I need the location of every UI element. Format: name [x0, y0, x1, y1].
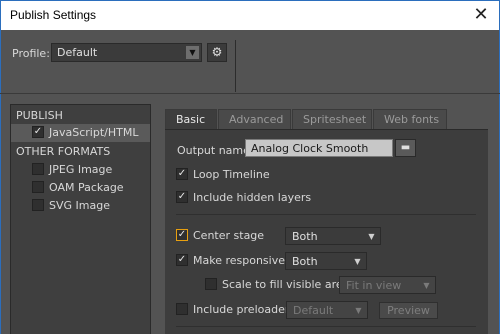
format-checkbox[interactable] — [32, 199, 44, 211]
format-item-javascript-html[interactable]: ✓ JavaScript/HTML — [11, 124, 150, 142]
chevron-down-icon: ▼ — [355, 306, 362, 315]
section-divider — [176, 214, 476, 215]
format-item-label: JPEG Image — [49, 163, 113, 176]
scale-to-fill-label: Scale to fill visible area — [222, 278, 350, 291]
profile-label: Profile: — [12, 47, 50, 60]
format-checkbox[interactable] — [32, 181, 44, 193]
format-item-oam[interactable]: OAM Package — [11, 179, 150, 197]
other-formats-group-label: OTHER FORMATS — [16, 145, 111, 158]
center-stage-value: Both — [292, 230, 318, 243]
include-preloader-checkbox[interactable] — [176, 303, 188, 315]
scale-mode-value: Fit in view — [346, 279, 402, 292]
profile-value: Default — [57, 46, 98, 59]
profile-options-button[interactable]: ⚙ — [207, 43, 227, 62]
output-name-label: Output name: — [177, 144, 254, 157]
tab-spritesheet[interactable]: Spritesheet — [292, 109, 372, 129]
center-stage-checkbox[interactable]: ✓ — [176, 229, 188, 241]
scale-to-fill-checkbox[interactable] — [205, 278, 217, 290]
chevron-down-icon: ▼ — [186, 46, 199, 59]
title-bar: Publish Settings ✕ — [0, 0, 500, 30]
preloader-select[interactable]: Default ▼ — [286, 301, 368, 319]
loop-timeline-label: Loop Timeline — [193, 168, 270, 181]
make-responsive-select[interactable]: Both ▼ — [285, 252, 367, 270]
center-stage-select[interactable]: Both ▼ — [285, 227, 381, 245]
header-divider — [0, 93, 500, 94]
profile-select[interactable]: Default ▼ — [51, 43, 202, 62]
section-divider — [176, 326, 476, 327]
chevron-down-icon: ▼ — [368, 232, 375, 241]
center-stage-label: Center stage — [193, 229, 265, 242]
folder-icon: ▬ — [400, 142, 411, 153]
format-item-label: JavaScript/HTML — [49, 126, 139, 139]
window-title: Publish Settings — [10, 8, 97, 22]
close-icon[interactable]: ✕ — [471, 5, 491, 25]
make-responsive-value: Both — [292, 255, 318, 268]
profile-divider — [235, 40, 236, 92]
publish-group-label: PUBLISH — [16, 109, 63, 122]
make-responsive-label: Make responsive — [193, 254, 286, 267]
gear-icon: ⚙ — [211, 45, 223, 59]
chevron-down-icon: ▼ — [423, 281, 430, 290]
format-list: PUBLISH ✓ JavaScript/HTML OTHER FORMATS … — [10, 104, 151, 334]
format-item-svg[interactable]: SVG Image — [11, 197, 150, 215]
format-item-jpeg[interactable]: JPEG Image — [11, 161, 150, 179]
browse-folder-button[interactable]: ▬ — [395, 139, 416, 157]
format-checkbox[interactable]: ✓ — [32, 126, 44, 138]
include-preloader-label: Include preloader — [193, 303, 290, 316]
output-name-field[interactable]: Analog Clock Smooth — [245, 139, 393, 157]
format-checkbox[interactable] — [32, 163, 44, 175]
tab-advanced[interactable]: Advanced — [218, 109, 291, 129]
tab-basic[interactable]: Basic — [165, 109, 217, 129]
format-item-label: OAM Package — [49, 181, 124, 194]
preloader-value: Default — [293, 304, 334, 317]
preview-button[interactable]: Preview — [379, 302, 438, 319]
chevron-down-icon: ▼ — [354, 257, 361, 266]
loop-timeline-checkbox[interactable]: ✓ — [176, 168, 188, 180]
tab-web-fonts[interactable]: Web fonts — [373, 109, 447, 129]
scale-mode-select[interactable]: Fit in view ▼ — [339, 276, 436, 294]
include-hidden-layers-label: Include hidden layers — [193, 191, 312, 204]
include-hidden-layers-checkbox[interactable]: ✓ — [176, 191, 188, 203]
format-item-label: SVG Image — [49, 199, 110, 212]
make-responsive-checkbox[interactable]: ✓ — [176, 254, 188, 266]
